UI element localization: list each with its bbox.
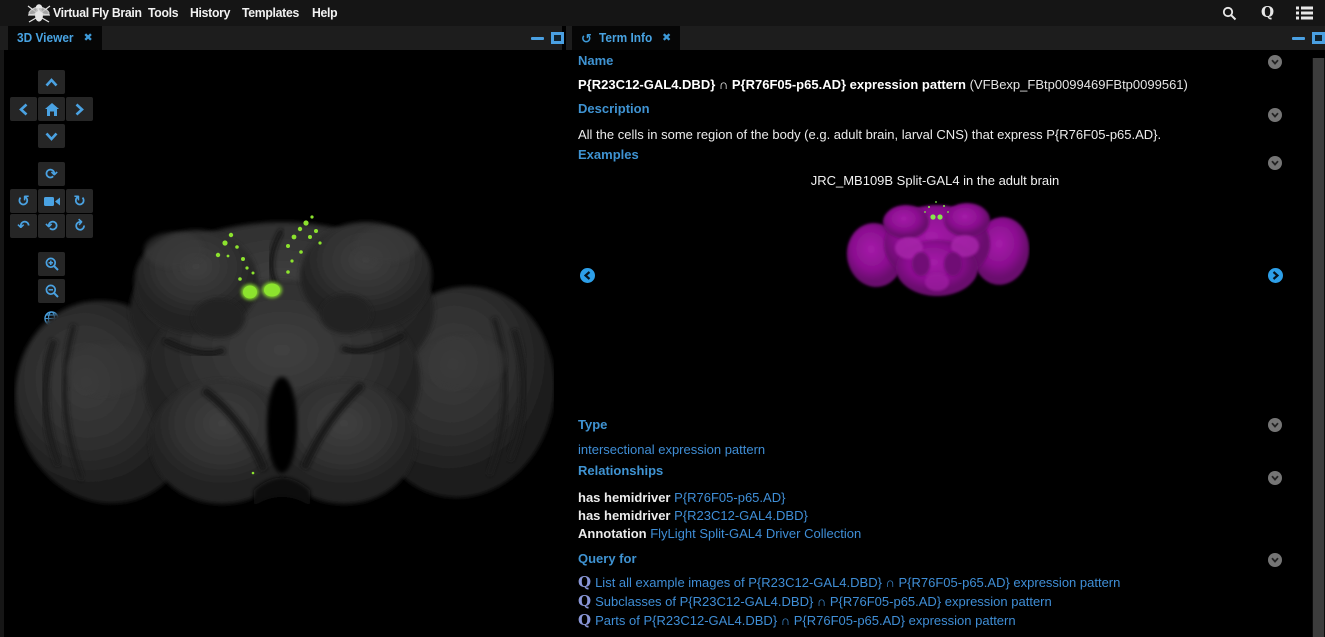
section-label-description: Description <box>578 101 650 116</box>
home-icon <box>45 103 59 116</box>
menu-help[interactable]: Help <box>312 5 337 20</box>
chevron-down-icon <box>45 132 58 141</box>
history-icon[interactable]: ↺ <box>581 32 592 45</box>
relationship-row: has hemidriver P{R76F05-p65.AD} <box>578 490 785 505</box>
term-info-tab-label: Term Info <box>599 31 652 45</box>
chevron-right-icon <box>1272 271 1279 280</box>
collapse-toggle-query-for[interactable] <box>1268 553 1282 567</box>
pan-down-button[interactable] <box>38 124 65 148</box>
viewer-canvas[interactable]: ⟳ ↺ ↻ ↶ ⟲ ↻ <box>0 50 562 637</box>
section-label-type: Type <box>578 417 607 432</box>
tab-3d-viewer[interactable]: 3D Viewer ✖ <box>8 26 102 50</box>
maximize-icon[interactable] <box>551 32 564 44</box>
vfb-app: Virtual Fly Brain Tools History Template… <box>0 0 1325 637</box>
collapse-toggle-type[interactable] <box>1268 418 1282 432</box>
pan-left-button[interactable] <box>10 97 37 121</box>
term-description-text: All the cells in some region of the body… <box>578 127 1161 142</box>
chevron-down-icon <box>1271 112 1279 118</box>
section-label-query-for: Query for <box>578 551 637 566</box>
term-info-panel: ↺ Term Info ✖ Name P{R23C12-GAL4.DBD} ∩ … <box>566 26 1325 637</box>
viewer-panel-header: 3D Viewer ✖ <box>0 26 562 50</box>
rotate-y-button[interactable]: ⟳ <box>38 162 65 186</box>
chevron-down-icon <box>1271 59 1279 65</box>
chevron-down-icon <box>1271 557 1279 563</box>
minimize-icon[interactable] <box>1292 37 1305 40</box>
term-name-bold: P{R23C12-GAL4.DBD} ∩ P{R76F05-p65.AD} ex… <box>578 77 966 92</box>
query-q-icon: Q <box>578 575 591 590</box>
term-info-panel-header: ↺ Term Info ✖ <box>566 26 1325 50</box>
query-link-parts[interactable]: Q Parts of P{R23C12-GAL4.DBD} ∩ P{R76F05… <box>578 613 1016 628</box>
section-label-name: Name <box>578 53 613 68</box>
query-q-icon: Q <box>578 594 591 609</box>
viewer-panel: 3D Viewer ✖ ⟳ ↺ <box>0 26 562 637</box>
menu-tools[interactable]: Tools <box>148 5 178 20</box>
menu-history[interactable]: History <box>190 5 230 20</box>
collapse-toggle-examples[interactable] <box>1268 156 1282 170</box>
chevron-down-icon <box>1271 422 1279 428</box>
chevron-up-icon <box>45 78 58 87</box>
close-icon[interactable]: ✖ <box>662 33 671 44</box>
menu-virtual-fly-brain[interactable]: Virtual Fly Brain <box>53 5 142 20</box>
tab-term-info[interactable]: ↺ Term Info ✖ <box>572 26 680 50</box>
vfb-fly-logo-icon[interactable] <box>26 2 52 24</box>
collapse-toggle-description[interactable] <box>1268 108 1282 122</box>
scrollbar-thumb[interactable] <box>1313 58 1324 637</box>
viewer-tab-label: 3D Viewer <box>17 31 74 45</box>
chevron-left-icon <box>19 103 28 116</box>
relationship-object-link[interactable]: FlyLight Split-GAL4 Driver Collection <box>650 526 861 541</box>
chevron-right-icon <box>75 103 84 116</box>
search-icon[interactable] <box>1222 6 1237 21</box>
close-icon[interactable]: ✖ <box>84 33 93 44</box>
example-brain-thumbnail[interactable] <box>845 192 1030 303</box>
home-button[interactable] <box>38 97 65 121</box>
chevron-down-icon <box>1271 475 1279 481</box>
maximize-icon[interactable] <box>1312 32 1325 44</box>
pan-up-button[interactable] <box>38 70 65 94</box>
term-name-value: P{R23C12-GAL4.DBD} ∩ P{R76F05-p65.AD} ex… <box>578 77 1188 92</box>
relationship-row: Annotation FlyLight Split-GAL4 Driver Co… <box>578 526 861 541</box>
query-q-icon: Q <box>578 613 591 628</box>
carousel-prev-button[interactable] <box>580 268 595 283</box>
relationship-row: has hemidriver P{R23C12-GAL4.DBD} <box>578 508 808 523</box>
section-label-examples: Examples <box>578 147 639 162</box>
adult-brain-3d-mesh[interactable] <box>14 190 554 510</box>
query-link-subclasses[interactable]: Q Subclasses of P{R23C12-GAL4.DBD} ∩ P{R… <box>578 594 1052 609</box>
menu-templates[interactable]: Templates <box>242 5 299 20</box>
relationship-object-link[interactable]: P{R76F05-p65.AD} <box>674 490 785 505</box>
list-icon[interactable] <box>1296 6 1313 20</box>
query-icon[interactable]: Q <box>1261 3 1274 21</box>
query-link-label: Parts of P{R23C12-GAL4.DBD} ∩ P{R76F05-p… <box>595 613 1016 628</box>
term-info-content: Name P{R23C12-GAL4.DBD} ∩ P{R76F05-p65.A… <box>566 50 1325 637</box>
relationship-predicate: has hemidriver <box>578 490 671 505</box>
relationship-object-link[interactable]: P{R23C12-GAL4.DBD} <box>674 508 808 523</box>
example-image-caption: JRC_MB109B Split-GAL4 in the adult brain <box>566 173 1304 188</box>
rotate-y-icon: ⟳ <box>45 167 58 182</box>
term-name-id: (VFBexp_FBtp0099469FBtp0099561) <box>970 77 1188 92</box>
section-label-relationships: Relationships <box>578 463 663 478</box>
type-link[interactable]: intersectional expression pattern <box>578 442 765 457</box>
chevron-down-icon <box>1271 160 1279 166</box>
collapse-toggle-relationships[interactable] <box>1268 471 1282 485</box>
query-link-label: List all example images of P{R23C12-GAL4… <box>595 575 1120 590</box>
minimize-icon[interactable] <box>531 37 544 40</box>
query-link-label: Subclasses of P{R23C12-GAL4.DBD} ∩ P{R76… <box>595 594 1052 609</box>
collapse-toggle-name[interactable] <box>1268 55 1282 69</box>
term-info-scrollbar[interactable] <box>1312 58 1325 637</box>
relationship-predicate: has hemidriver <box>578 508 671 523</box>
query-link-example-images[interactable]: Q List all example images of P{R23C12-GA… <box>578 575 1120 590</box>
chevron-left-icon <box>584 271 591 280</box>
viewer-edge-strip <box>0 50 4 637</box>
pan-right-button[interactable] <box>66 97 93 121</box>
relationship-predicate: Annotation <box>578 526 647 541</box>
carousel-next-button[interactable] <box>1268 268 1283 283</box>
top-menu-bar: Virtual Fly Brain Tools History Template… <box>0 0 1325 27</box>
